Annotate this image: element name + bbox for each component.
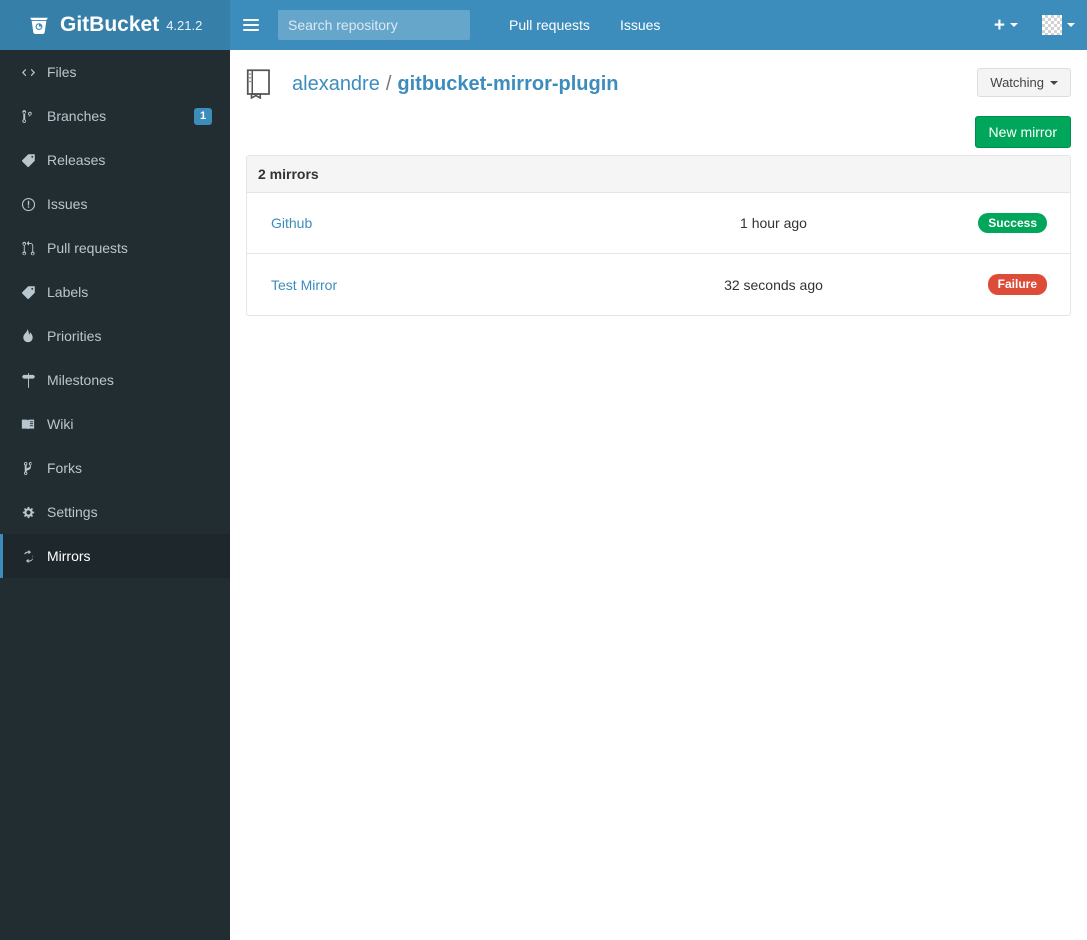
- mirror-link[interactable]: Test Mirror: [271, 277, 337, 293]
- sidebar-item-label: Branches: [47, 108, 107, 124]
- repo-forked-icon: [18, 461, 38, 476]
- book-icon: [18, 417, 38, 431]
- sidebar-item-label: Issues: [47, 196, 88, 212]
- sidebar-item-label: Releases: [47, 152, 106, 168]
- hamburger-icon: [243, 16, 259, 34]
- mirrors-panel: 2 mirrors Github 1 hour ago Success Test…: [246, 155, 1071, 316]
- mirror-name-cell: Github: [258, 215, 688, 231]
- sidebar-item-label: Pull requests: [47, 240, 128, 256]
- mirror-status-cell: Failure: [939, 274, 1059, 295]
- sidebar-item-forks[interactable]: Forks: [0, 446, 230, 490]
- navbar-links: Pull requests Issues: [494, 0, 675, 50]
- sidebar-item-label: Wiki: [47, 416, 74, 432]
- sidebar-item-priorities[interactable]: Priorities: [0, 314, 230, 358]
- sidebar-item-label: Settings: [47, 504, 98, 520]
- repo-icon: [246, 69, 270, 99]
- mirror-time-cell: 1 hour ago: [740, 215, 807, 231]
- code-icon: [18, 65, 38, 80]
- table-row[interactable]: Test Mirror 32 seconds ago Failure: [247, 254, 1070, 315]
- sidebar-item-files[interactable]: Files: [0, 50, 230, 94]
- mirror-actions-row: New mirror: [246, 106, 1071, 150]
- gear-icon: [18, 505, 38, 520]
- tag-icon: [18, 285, 38, 300]
- nav-link-issues[interactable]: Issues: [605, 0, 675, 50]
- mirror-link[interactable]: Github: [271, 215, 312, 231]
- search-input[interactable]: [278, 10, 470, 40]
- sidebar-item-label: Priorities: [47, 328, 102, 344]
- user-account-menu[interactable]: [1030, 0, 1087, 50]
- new-mirror-button[interactable]: New mirror: [974, 116, 1071, 148]
- chevron-down-icon: [1067, 23, 1075, 27]
- branches-count-badge: 1: [194, 107, 212, 125]
- sidebar-item-branches[interactable]: Branches 1: [0, 94, 230, 138]
- sidebar-item-pull-requests[interactable]: Pull requests: [0, 226, 230, 270]
- navbar-tools: +: [982, 0, 1087, 50]
- milestone-icon: [18, 372, 38, 388]
- repo-name-link[interactable]: gitbucket-mirror-plugin: [397, 73, 618, 96]
- mirror-name-cell: Test Mirror: [258, 277, 688, 293]
- repo-owner-link[interactable]: alexandre: [292, 73, 380, 96]
- nav-link-pull-requests[interactable]: Pull requests: [494, 0, 605, 50]
- sidebar-item-settings[interactable]: Settings: [0, 490, 230, 534]
- watch-button[interactable]: Watching: [977, 68, 1071, 97]
- sidebar-toggle-button[interactable]: [230, 0, 272, 50]
- repo-separator: /: [385, 72, 392, 95]
- sidebar-item-label: Labels: [47, 284, 89, 300]
- sidebar-item-issues[interactable]: Issues: [0, 182, 230, 226]
- mirror-time-cell: 32 seconds ago: [724, 276, 823, 293]
- repository-sidebar: Files Branches 1 Releases Issues Pull re…: [0, 50, 230, 940]
- sidebar-item-label: Forks: [47, 460, 82, 476]
- sidebar-item-mirrors[interactable]: Mirrors: [0, 534, 230, 578]
- mirror-status-cell: Success: [939, 212, 1059, 234]
- flame-icon: [18, 328, 38, 344]
- create-new-menu[interactable]: +: [982, 0, 1030, 50]
- brand-home-link[interactable]: GitBucket 4.21.2: [0, 0, 230, 50]
- sidebar-item-label: Files: [47, 64, 77, 80]
- status-badge: Success: [978, 212, 1047, 234]
- sidebar-item-label: Mirrors: [47, 548, 91, 564]
- avatar: [1042, 15, 1062, 35]
- issue-opened-icon: [18, 197, 38, 212]
- chevron-down-icon: [1050, 80, 1058, 85]
- sidebar-item-releases[interactable]: Releases: [0, 138, 230, 182]
- sidebar-item-label: Milestones: [47, 372, 114, 388]
- gitbucket-logo-icon: [30, 17, 48, 34]
- git-pull-request-icon: [18, 240, 38, 256]
- top-navbar: GitBucket 4.21.2 Pull requests Issues +: [0, 0, 1087, 50]
- sidebar-item-labels[interactable]: Labels: [0, 270, 230, 314]
- chevron-down-icon: [1010, 23, 1018, 27]
- sidebar-item-wiki[interactable]: Wiki: [0, 402, 230, 446]
- sidebar-item-milestones[interactable]: Milestones: [0, 358, 230, 402]
- brand-name: GitBucket: [60, 13, 160, 36]
- mirrors-panel-heading: 2 mirrors: [247, 156, 1070, 193]
- brand-version: 4.21.2: [166, 17, 203, 33]
- watch-button-label: Watching: [990, 75, 1044, 90]
- navbar-body: Pull requests Issues +: [230, 0, 1087, 50]
- sync-icon: [18, 549, 38, 564]
- repository-header: alexandre / gitbucket-mirror-plugin Watc…: [246, 66, 1071, 102]
- plus-icon: +: [993, 14, 1005, 36]
- status-badge: Failure: [987, 274, 1047, 295]
- tag-icon: [18, 153, 38, 168]
- table-row[interactable]: Github 1 hour ago Success: [247, 193, 1070, 254]
- main-content: alexandre / gitbucket-mirror-plugin Watc…: [230, 50, 1087, 940]
- git-branch-icon: [18, 109, 38, 124]
